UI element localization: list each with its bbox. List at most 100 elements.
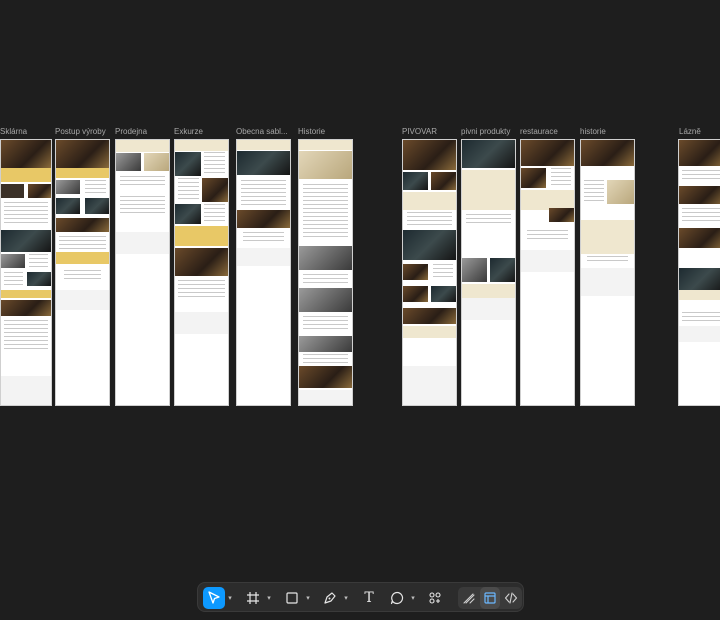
text-block [682,170,720,182]
highlight-band [403,192,456,210]
thumbnail-image [403,172,428,190]
frame-historie[interactable] [298,139,353,406]
thumbnail-image [175,152,201,176]
archive-photo [299,366,352,388]
page-header [299,140,352,150]
text-block [4,320,48,350]
dev-mode-button[interactable] [501,587,521,609]
bottom-toolbar: ▾ ▾ ▾ ▾ T ▾ [197,582,524,612]
frame-postup-vyroby[interactable] [55,139,110,406]
chevron-down-icon[interactable]: ▾ [226,591,234,605]
archive-photo [299,246,352,270]
text-block [241,180,286,206]
banner-image [237,210,290,228]
draw-mode-icon [462,591,476,605]
frame-lazne[interactable] [678,139,720,406]
frame-label-prodejna[interactable]: Prodejna [115,127,147,136]
frame-label-obecna-sablona[interactable]: Obecna sabl... [236,127,288,136]
draw-mode-button[interactable] [459,587,479,609]
archive-photo [299,288,352,312]
thumbnail-image [28,184,51,198]
frame-label-restaurace[interactable]: restaurace [520,127,558,136]
text-block [303,354,348,364]
footer [56,290,109,310]
text-tool-button[interactable]: T [358,587,380,609]
thumbnail-image [521,168,546,188]
thumbnail-image [85,198,109,214]
frame-label-sklarna[interactable]: Sklárna [0,127,27,136]
frame-restaurace[interactable] [520,139,575,406]
page-header [116,140,169,152]
comment-tool-button[interactable] [386,587,408,609]
frame-prodejna[interactable] [115,139,170,406]
chevron-down-icon[interactable]: ▾ [265,591,273,605]
text-block [303,184,348,240]
hero-image [521,140,574,166]
text-block [120,196,165,216]
text-block [29,254,48,268]
highlight-band [403,326,456,338]
frame-label-historie-2[interactable]: historie [580,127,606,136]
pen-icon [323,591,337,605]
banner-image [679,228,720,248]
move-tool-button[interactable] [203,587,225,609]
design-mode-button[interactable] [480,587,500,609]
frame-sklarna[interactable] [0,139,52,406]
mode-switcher [458,587,522,609]
archive-map-image [299,151,352,179]
shape-tool-button[interactable] [281,587,303,609]
text-block [4,202,48,226]
text-block [682,312,720,324]
gallery-image [175,248,228,276]
footer [237,248,290,266]
highlight-band [56,168,109,178]
frame-label-lazne[interactable]: Lázně [679,127,701,136]
text-block [178,280,225,300]
document-scans [581,220,634,254]
product-grid [462,170,515,210]
frame-exkurze[interactable] [174,139,229,406]
banner-image [403,230,456,260]
frame-obecna-sablona[interactable] [236,139,291,406]
banner-image [679,186,720,204]
archive-photo [299,336,352,352]
chevron-down-icon[interactable]: ▾ [342,591,350,605]
frame-label-pivovar[interactable]: PIVOVAR [402,127,437,136]
chevron-down-icon[interactable]: ▾ [409,591,417,605]
thumbnail-image [403,264,428,280]
thumbnail-image [431,286,456,302]
thumbnail-image [431,172,456,190]
footer [1,376,51,405]
frame-historie-2[interactable] [580,139,635,406]
banner-image [56,218,109,232]
components-tool-button[interactable] [424,587,446,609]
banner-image [403,308,456,324]
rectangle-icon [285,591,299,605]
frame-tool-button[interactable] [242,587,264,609]
hero-image [403,140,456,170]
components-icon [428,591,442,605]
text-block [243,232,284,242]
text-block [303,274,348,284]
hero-image [1,140,51,168]
frame-pivovar[interactable] [402,139,457,406]
frame-label-postup-vyroby[interactable]: Postup výroby [55,127,106,136]
frame-label-historie[interactable]: Historie [298,127,325,136]
thumbnail-image [56,198,80,214]
footer [116,232,169,254]
text-icon: T [364,590,374,606]
banner-image [679,268,720,290]
text-block [407,212,452,226]
chevron-down-icon[interactable]: ▾ [304,591,312,605]
footer [462,298,515,320]
highlight-band [1,290,51,298]
frame-label-pivni-produkty[interactable]: pivni produkty [461,127,510,136]
thumbnail-image [144,153,169,171]
design-canvas[interactable]: Sklárna Postup výroby Prodejna Exkurze O… [0,0,720,620]
text-block [85,180,106,194]
frame-label-exkurze[interactable]: Exkurze [174,127,203,136]
pen-tool-button[interactable] [319,587,341,609]
footer [175,312,228,334]
frame-pivni-produkty[interactable] [461,139,516,406]
highlight-band [175,226,228,246]
